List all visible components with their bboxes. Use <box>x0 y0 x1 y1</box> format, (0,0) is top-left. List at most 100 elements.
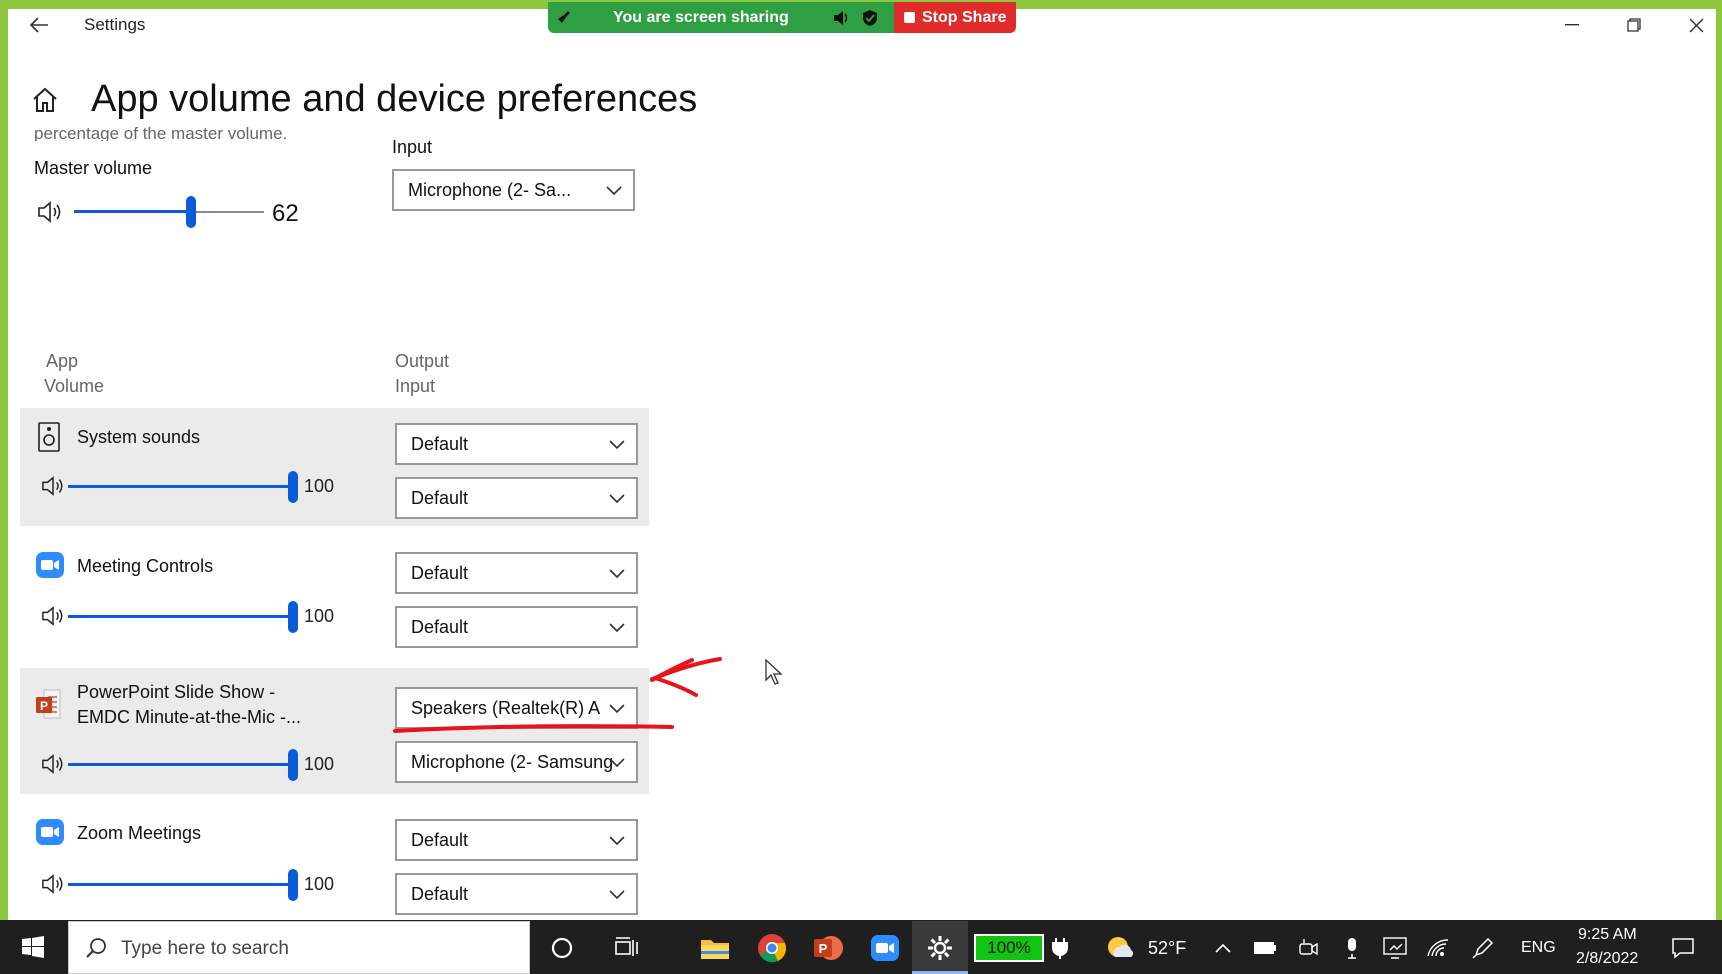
weather-icon[interactable] <box>1100 928 1140 968</box>
window-title: Settings <box>84 15 146 34</box>
column-header-output: Output <box>395 351 450 371</box>
home-icon <box>33 87 57 112</box>
task-view-button[interactable] <box>607 928 647 968</box>
clock-date[interactable]: 2/8/2022 <box>1576 950 1638 968</box>
output-device-dropdown[interactable]: Speakers (Realtek(R) A <box>395 687 638 729</box>
output-device-dropdown[interactable]: Default <box>395 819 638 861</box>
app-volume-slider[interactable] <box>68 471 298 503</box>
app-speaker-icon[interactable] <box>40 873 66 895</box>
app-name: Zoom Meetings <box>77 823 202 843</box>
input-device-value: Default <box>411 487 469 508</box>
stop-share-button[interactable]: Stop Share <box>894 2 1016 33</box>
output-device-value: Speakers (Realtek(R) A <box>411 697 601 718</box>
input-device-dropdown[interactable]: Default <box>395 873 638 915</box>
chevron-down-icon <box>609 440 625 450</box>
meet-now-icon[interactable] <box>1289 928 1329 968</box>
chrome-button[interactable] <box>752 928 792 968</box>
app-speaker-icon[interactable] <box>40 475 66 497</box>
chevron-down-icon <box>609 704 625 714</box>
notification-icon <box>1672 938 1694 959</box>
back-arrow-icon <box>29 17 48 33</box>
slider-fill <box>74 210 191 213</box>
chevron-down-icon <box>609 569 625 579</box>
slider-thumb[interactable] <box>288 471 298 503</box>
back-button[interactable] <box>22 10 56 40</box>
taskbar-search-box[interactable]: Type here to search <box>68 921 530 974</box>
app-volume-value: 100 <box>304 874 335 894</box>
screen-share-banner: You are screen sharing <box>548 2 894 33</box>
output-device-dropdown[interactable]: Default <box>395 552 638 594</box>
home-button[interactable] <box>30 85 64 119</box>
audio-share-icon[interactable] <box>833 10 851 26</box>
page-title: App volume and device preferences <box>91 78 698 120</box>
restore-button[interactable] <box>1604 10 1664 40</box>
power-plug-icon <box>1040 928 1080 968</box>
input-device-dropdown[interactable]: Microphone (2- Samsung <box>395 741 638 783</box>
slider-fill <box>68 763 293 766</box>
stop-square-icon <box>904 12 915 23</box>
chrome-icon <box>758 934 787 963</box>
start-button[interactable] <box>13 927 53 967</box>
zoom-camera-icon <box>871 935 899 961</box>
minimize-button[interactable] <box>1542 10 1602 40</box>
zoom-taskbar-button[interactable] <box>865 928 905 968</box>
app-volume-slider[interactable] <box>68 749 298 781</box>
chevron-down-icon <box>606 186 622 196</box>
file-explorer-button[interactable] <box>695 928 735 968</box>
stop-share-label: Stop Share <box>922 9 1007 26</box>
close-button[interactable] <box>1666 10 1722 40</box>
clock-time[interactable]: 9:25 AM <box>1578 926 1637 944</box>
cortana-circle-icon <box>551 937 573 959</box>
output-device-dropdown[interactable]: Default <box>395 423 638 465</box>
chevron-down-icon <box>609 494 625 504</box>
app-speaker-icon[interactable] <box>40 753 66 775</box>
app-volume-slider[interactable] <box>68 601 298 633</box>
display-tray-icon[interactable] <box>1375 928 1415 968</box>
security-shield-icon[interactable] <box>862 9 878 27</box>
search-icon <box>86 938 106 958</box>
wifi-icon[interactable] <box>1418 928 1458 968</box>
svg-text:P: P <box>819 941 828 956</box>
minimize-icon <box>1565 24 1579 26</box>
svg-text:P: P <box>40 699 48 713</box>
slider-thumb[interactable] <box>186 196 196 228</box>
column-header-volume: Volume <box>44 376 105 396</box>
folder-icon <box>701 940 729 959</box>
share-frame-left <box>0 0 8 920</box>
input-device-dropdown[interactable]: Microphone (2- Sa... <box>392 169 635 211</box>
close-icon <box>1689 18 1703 32</box>
chevron-up-icon[interactable] <box>1203 928 1243 968</box>
powerpoint-taskbar-button[interactable]: P <box>808 928 848 968</box>
red-arrow-annotation <box>649 657 722 697</box>
input-device-value: Microphone (2- Sa... <box>408 179 572 200</box>
slider-fill <box>68 485 293 488</box>
input-device-dropdown[interactable]: Default <box>395 477 638 519</box>
microphone-icon[interactable] <box>1332 928 1372 968</box>
app-speaker-icon[interactable] <box>40 605 66 627</box>
zoom-camera-icon <box>36 552 64 578</box>
zoom-camera-icon <box>36 819 64 845</box>
chevron-down-icon <box>609 836 625 846</box>
share-pin-icon <box>558 11 570 23</box>
slider-thumb[interactable] <box>288 601 298 633</box>
input-device-dropdown[interactable]: Default <box>395 606 638 648</box>
master-volume-value: 62 <box>272 200 299 227</box>
pen-icon[interactable] <box>1463 928 1503 968</box>
temperature-text[interactable]: 52°F <box>1148 938 1186 959</box>
input-label: Input <box>392 137 433 157</box>
slider-thumb[interactable] <box>288 869 298 901</box>
chevron-down-icon <box>609 758 625 768</box>
settings-taskbar-button[interactable] <box>920 928 960 968</box>
slider-fill <box>68 883 293 886</box>
master-volume-slider[interactable] <box>74 196 264 228</box>
app-volume-slider[interactable] <box>68 869 298 901</box>
battery-tray-icon[interactable] <box>1245 928 1285 968</box>
notifications-button[interactable] <box>1663 928 1703 968</box>
battery-indicator[interactable]: 100% <box>974 934 1044 962</box>
app-name-subtitle: EMDC Minute-at-the-Mic -... <box>77 707 302 727</box>
app-name: PowerPoint Slide Show - <box>77 682 276 702</box>
language-indicator[interactable]: ENG <box>1521 939 1556 957</box>
cortana-button[interactable] <box>542 928 582 968</box>
master-speaker-icon[interactable] <box>36 200 64 224</box>
slider-thumb[interactable] <box>288 749 298 781</box>
